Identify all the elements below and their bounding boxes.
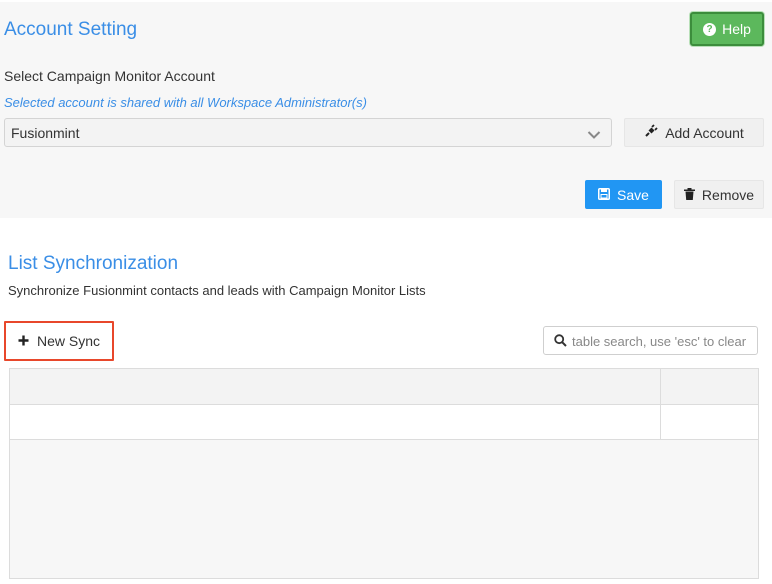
table-search[interactable] bbox=[543, 326, 758, 355]
trash-icon bbox=[683, 187, 695, 203]
list-sync-description: Synchronize Fusionmint contacts and lead… bbox=[8, 283, 426, 298]
table-header-row bbox=[10, 369, 758, 405]
list-sync-title: List Synchronization bbox=[8, 253, 179, 274]
table-row[interactable] bbox=[10, 405, 758, 440]
chevron-down-icon bbox=[587, 127, 601, 143]
account-select[interactable]: Fusionmint bbox=[4, 118, 612, 147]
add-account-button[interactable]: Add Account bbox=[624, 118, 764, 147]
select-account-label: Select Campaign Monitor Account bbox=[4, 68, 215, 84]
floppy-disk-icon bbox=[598, 187, 611, 203]
shared-account-hint: Selected account is shared with all Work… bbox=[4, 95, 367, 110]
add-account-label: Add Account bbox=[665, 124, 744, 141]
plug-icon bbox=[644, 124, 658, 141]
sync-table bbox=[9, 368, 759, 579]
column-divider bbox=[660, 405, 661, 439]
help-button[interactable]: ? Help bbox=[690, 12, 764, 46]
column-divider bbox=[660, 369, 661, 404]
table-search-input[interactable] bbox=[572, 331, 752, 351]
help-button-label: Help bbox=[722, 21, 751, 37]
save-button[interactable]: Save bbox=[585, 180, 662, 209]
question-circle-icon: ? bbox=[703, 22, 717, 36]
account-setting-title: Account Setting bbox=[4, 19, 138, 40]
save-button-label: Save bbox=[617, 186, 649, 203]
account-select-value: Fusionmint bbox=[11, 124, 80, 141]
remove-button-label: Remove bbox=[701, 186, 755, 203]
new-sync-label: New Sync bbox=[36, 333, 101, 349]
remove-button[interactable]: Remove bbox=[674, 180, 764, 209]
search-icon bbox=[554, 334, 567, 352]
plus-icon bbox=[18, 333, 29, 349]
new-sync-button[interactable]: New Sync bbox=[4, 321, 114, 361]
